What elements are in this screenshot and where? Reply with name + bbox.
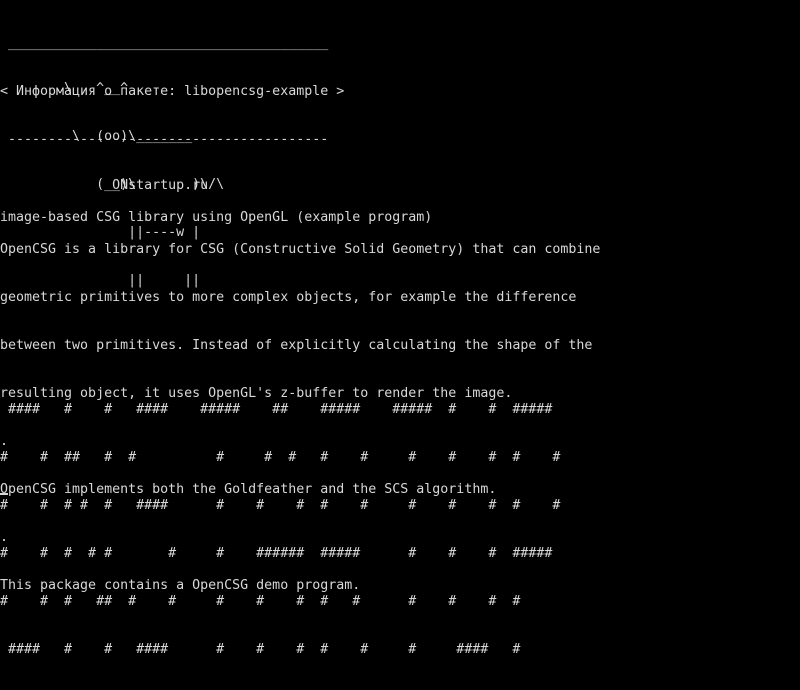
banner-line: # # # ## # # # # # # # # # # #: [0, 594, 521, 609]
banner-line: #### # # #### ##### ## ##### ##### # # #…: [0, 402, 553, 417]
banner-line: #### # # #### # # # # # # #### #: [0, 642, 521, 657]
banner-line: # # ## # # # # # # # # # # # #: [0, 450, 561, 465]
ascii-banner: #### # # #### ##### ## ##### ##### # # #…: [0, 370, 560, 690]
banner-line: # # # # # # # ###### ##### # # # #####: [0, 546, 553, 561]
description-line: between two primitives. Instead of expli…: [0, 338, 593, 353]
description-line: OpenCSG is a library for CSG (Constructi…: [0, 242, 601, 257]
description-line: geometric primitives to more complex obj…: [0, 290, 577, 305]
cow-line: \ (oo)\_______: [0, 129, 193, 144]
cow-line: \ ^__^: [0, 81, 129, 96]
text-cursor[interactable]: [0, 493, 8, 495]
terminal-screen[interactable]: ________________________________________…: [0, 0, 800, 657]
banner-line: # # # # # #### # # # # # # # # # #: [0, 498, 561, 513]
